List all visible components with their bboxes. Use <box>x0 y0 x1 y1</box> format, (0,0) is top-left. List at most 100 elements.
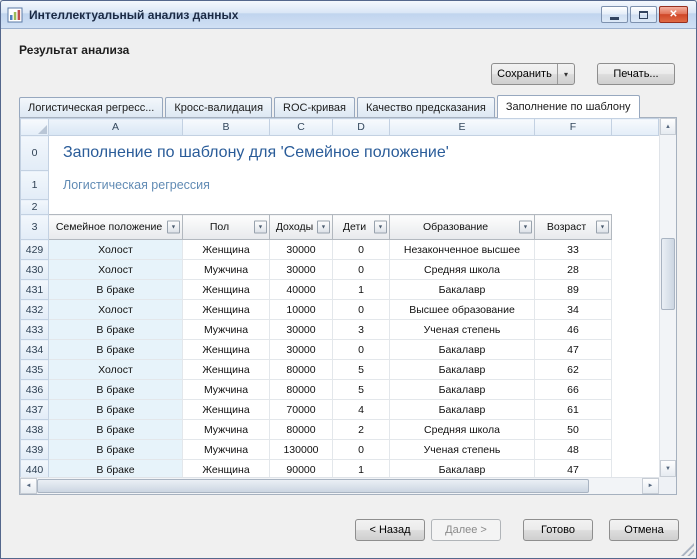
grid-cell[interactable]: Высшее образование <box>390 300 535 320</box>
select-all-corner[interactable] <box>21 119 49 136</box>
title-bar[interactable]: Интеллектуальный анализ данных ✕ <box>1 1 696 29</box>
grid-cell[interactable]: 48 <box>535 440 612 460</box>
grid-cell[interactable]: Холост <box>49 260 183 280</box>
grid-cell[interactable]: Холост <box>49 300 183 320</box>
grid-cell[interactable]: 0 <box>333 340 390 360</box>
row-number[interactable]: 429 <box>21 240 49 260</box>
close-button[interactable]: ✕ <box>659 6 688 23</box>
row-number[interactable]: 437 <box>21 400 49 420</box>
grid-cell[interactable]: Женщина <box>183 300 270 320</box>
grid-cell[interactable]: 34 <box>535 300 612 320</box>
grid-cell[interactable]: В браке <box>49 440 183 460</box>
grid-cell[interactable]: 28 <box>535 260 612 280</box>
grid-cell[interactable]: 61 <box>535 400 612 420</box>
table-row[interactable]: 436 В браке Мужчина 80000 5 Бакалавр 66 <box>21 380 659 400</box>
grid-cell[interactable]: 5 <box>333 360 390 380</box>
grid-cell[interactable]: 46 <box>535 320 612 340</box>
next-button[interactable]: Далее > <box>431 519 501 541</box>
column-header-education[interactable]: Образование ▼ <box>390 215 535 240</box>
grid-cell[interactable]: 1 <box>333 280 390 300</box>
vertical-scroll-thumb[interactable] <box>661 238 675 310</box>
table-row[interactable]: 437 В браке Женщина 70000 4 Бакалавр 61 <box>21 400 659 420</box>
grid-cell[interactable]: 50 <box>535 420 612 440</box>
grid-cell[interactable]: Холост <box>49 360 183 380</box>
table-row[interactable]: 429 Холост Женщина 30000 0 Незаконченное… <box>21 240 659 260</box>
tab-fill-by-template[interactable]: Заполнение по шаблону <box>497 95 640 118</box>
grid-cell[interactable]: 70000 <box>270 400 333 420</box>
grid-cell[interactable]: В браке <box>49 460 183 478</box>
grid-cell[interactable]: Ученая степень <box>390 320 535 340</box>
table-row[interactable]: 430 Холост Мужчина 30000 0 Средняя школа… <box>21 260 659 280</box>
grid-cell[interactable]: 30000 <box>270 260 333 280</box>
grid-cell[interactable]: 47 <box>535 340 612 360</box>
horizontal-scrollbar[interactable]: ◄ ► <box>20 477 659 494</box>
table-row[interactable]: 438 В браке Мужчина 80000 2 Средняя школ… <box>21 420 659 440</box>
tab-roc-curve[interactable]: ROC-кривая <box>274 97 355 118</box>
grid-cell[interactable]: Женщина <box>183 340 270 360</box>
tab-prediction-quality[interactable]: Качество предсказания <box>357 97 495 118</box>
column-letter-f[interactable]: F <box>535 119 612 136</box>
column-letter-a[interactable]: A <box>49 119 183 136</box>
filter-dropdown-icon[interactable]: ▼ <box>254 221 267 234</box>
grid-cell[interactable]: 30000 <box>270 240 333 260</box>
grid-cell[interactable]: В браке <box>49 400 183 420</box>
filter-dropdown-icon[interactable]: ▼ <box>596 221 609 234</box>
grid-cell[interactable]: Женщина <box>183 460 270 478</box>
row-number[interactable]: 0 <box>21 136 49 171</box>
table-row[interactable]: 440 В браке Женщина 90000 1 Бакалавр 47 <box>21 460 659 478</box>
grid-cell[interactable]: 40000 <box>270 280 333 300</box>
grid-cell[interactable]: 80000 <box>270 360 333 380</box>
row-number[interactable]: 1 <box>21 171 49 200</box>
scroll-up-icon[interactable]: ▲ <box>660 118 676 135</box>
grid-cell[interactable]: Незаконченное высшее <box>390 240 535 260</box>
grid-cell[interactable]: 89 <box>535 280 612 300</box>
tab-logistic-regression[interactable]: Логистическая регресс... <box>19 97 163 118</box>
grid-cell[interactable]: 47 <box>535 460 612 478</box>
row-number[interactable]: 440 <box>21 460 49 478</box>
column-header-marital[interactable]: Семейное положение ▼ <box>49 215 183 240</box>
grid-cell[interactable]: Бакалавр <box>390 400 535 420</box>
grid-cell[interactable]: Женщина <box>183 360 270 380</box>
grid-cell[interactable]: Бакалавр <box>390 280 535 300</box>
grid-cell[interactable]: 90000 <box>270 460 333 478</box>
grid-cell[interactable]: Мужчина <box>183 260 270 280</box>
row-number[interactable]: 2 <box>21 200 49 215</box>
back-button[interactable]: < Назад <box>355 519 425 541</box>
finish-button[interactable]: Готово <box>523 519 593 541</box>
grid-cell[interactable]: В браке <box>49 280 183 300</box>
grid-cell[interactable]: Мужчина <box>183 320 270 340</box>
grid-cell[interactable]: 0 <box>333 300 390 320</box>
maximize-button[interactable] <box>630 6 657 23</box>
row-number[interactable]: 432 <box>21 300 49 320</box>
row-number[interactable]: 430 <box>21 260 49 280</box>
table-row[interactable]: 431 В браке Женщина 40000 1 Бакалавр 89 <box>21 280 659 300</box>
scroll-left-icon[interactable]: ◄ <box>20 478 37 494</box>
grid-cell[interactable]: Женщина <box>183 280 270 300</box>
grid-cell[interactable]: 62 <box>535 360 612 380</box>
grid-cell[interactable]: Мужчина <box>183 380 270 400</box>
grid-cell[interactable]: 80000 <box>270 380 333 400</box>
vertical-scrollbar[interactable]: ▲ ▼ <box>659 118 676 477</box>
row-number[interactable]: 431 <box>21 280 49 300</box>
grid-cell[interactable]: Мужчина <box>183 440 270 460</box>
scroll-down-icon[interactable]: ▼ <box>660 460 676 477</box>
row-number[interactable]: 433 <box>21 320 49 340</box>
column-header-children[interactable]: Дети ▼ <box>333 215 390 240</box>
horizontal-scroll-thumb[interactable] <box>37 479 589 493</box>
grid-cell[interactable]: 30000 <box>270 320 333 340</box>
minimize-button[interactable] <box>601 6 628 23</box>
save-button[interactable]: Сохранить ▾ <box>491 63 575 85</box>
grid-cell[interactable]: Бакалавр <box>390 460 535 478</box>
grid-cell[interactable]: Средняя школа <box>390 420 535 440</box>
grid-cell[interactable]: В браке <box>49 420 183 440</box>
save-dropdown-arrow-icon[interactable]: ▾ <box>557 64 574 84</box>
row-number[interactable]: 439 <box>21 440 49 460</box>
grid-cell[interactable]: 0 <box>333 440 390 460</box>
grid-cell[interactable]: 0 <box>333 240 390 260</box>
column-header-income[interactable]: Доходы ▼ <box>270 215 333 240</box>
scroll-right-icon[interactable]: ► <box>642 478 659 494</box>
grid-cell[interactable]: 33 <box>535 240 612 260</box>
grid-cell[interactable]: 2 <box>333 420 390 440</box>
grid-cell[interactable]: Средняя школа <box>390 260 535 280</box>
row-number[interactable]: 3 <box>21 215 49 240</box>
